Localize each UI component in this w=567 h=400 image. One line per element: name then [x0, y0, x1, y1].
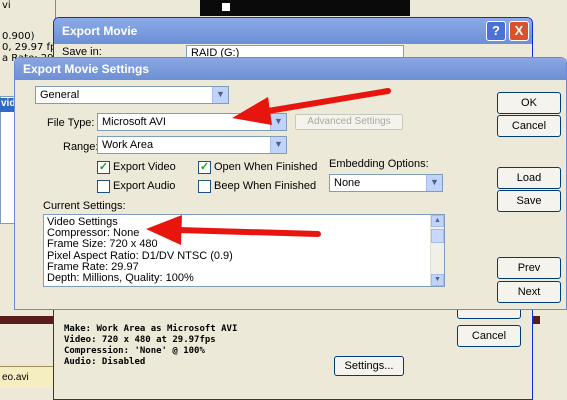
embedding-options-label: Embedding Options:: [329, 158, 429, 170]
timeline-marker-icon: [222, 3, 230, 11]
category-value: General: [40, 89, 80, 101]
load-button[interactable]: Load: [497, 167, 561, 189]
next-button[interactable]: Next: [497, 281, 561, 303]
dialog-title: Export Movie Settings: [23, 62, 150, 76]
summary-line: Video: 720 x 480 at 29.97fps: [64, 335, 216, 345]
help-button[interactable]: ?: [486, 21, 506, 41]
export-audio-checkbox[interactable]: [97, 180, 110, 193]
project-info-line: 0.900): [2, 31, 35, 42]
timeline-bar: [200, 0, 410, 16]
current-settings-label: Current Settings:: [43, 200, 126, 212]
range-value: Work Area: [102, 139, 154, 151]
settings-line: Depth: Millions, Quality: 100%: [47, 272, 194, 285]
prev-button[interactable]: Prev: [497, 257, 561, 279]
file-type-value: Microsoft AVI: [102, 116, 166, 128]
beep-when-finished-checkbox[interactable]: [198, 180, 211, 193]
scrollbar-thumb[interactable]: [431, 229, 444, 243]
scroll-up-icon[interactable]: ▲: [431, 215, 444, 227]
save-button[interactable]: Save: [497, 190, 561, 212]
export-summary: Make: Work Area as Microsoft AVI Video: …: [62, 320, 454, 386]
export-video-label: Export Video: [113, 161, 176, 173]
summary-line: Make: Work Area as Microsoft AVI: [64, 324, 238, 334]
file-type-select[interactable]: Microsoft AVI ▼: [97, 113, 287, 131]
settings-titlebar: Export Movie Settings: [15, 58, 566, 80]
export-audio-label: Export Audio: [113, 180, 176, 192]
range-label: Range:: [63, 141, 99, 153]
vertical-scrollbar[interactable]: ▲ ▼: [430, 215, 444, 286]
export-movie-settings-dialog: Export Movie Settings General ▼ File Typ…: [14, 57, 567, 310]
open-when-finished-checkbox[interactable]: ✓: [198, 161, 211, 174]
category-select[interactable]: General ▼: [35, 86, 229, 104]
range-select[interactable]: Work Area ▼: [97, 136, 287, 154]
embedding-value: None: [334, 177, 361, 189]
cancel-button[interactable]: Cancel: [457, 325, 521, 347]
ok-button[interactable]: OK: [497, 92, 561, 114]
open-when-finished-label: Open When Finished: [214, 161, 318, 173]
window-title: Export Movie: [62, 24, 138, 38]
chevron-down-icon[interactable]: ▼: [270, 114, 286, 130]
embedding-options-select[interactable]: None ▼: [329, 174, 443, 192]
export-video-checkbox[interactable]: ✓: [97, 161, 110, 174]
close-button[interactable]: X: [509, 21, 529, 41]
project-info-line: vi: [2, 0, 11, 11]
chevron-down-icon[interactable]: ▼: [212, 87, 228, 103]
chevron-down-icon[interactable]: ▼: [270, 137, 286, 153]
settings-button[interactable]: Settings...: [334, 356, 404, 376]
chevron-down-icon[interactable]: ▼: [426, 175, 442, 191]
scroll-down-icon[interactable]: ▼: [431, 274, 444, 286]
beep-when-finished-label: Beep When Finished: [214, 180, 317, 192]
settings-line: Frame Size: 720 x 480: [47, 238, 158, 251]
export-movie-titlebar: Export Movie: [54, 18, 532, 44]
clip-file-label[interactable]: eo.avi: [0, 366, 56, 388]
current-settings-list[interactable]: Video Settings Compressor: None Frame Si…: [43, 214, 445, 287]
cancel-button[interactable]: Cancel: [497, 115, 561, 137]
advanced-settings-button[interactable]: Advanced Settings: [295, 114, 403, 130]
file-type-label: File Type:: [47, 117, 95, 129]
